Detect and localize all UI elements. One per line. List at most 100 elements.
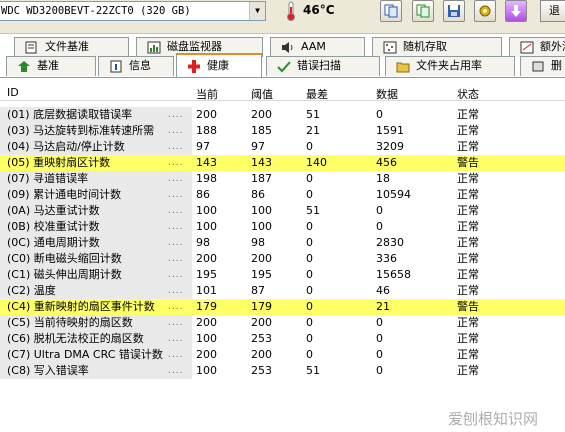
extra-tests-icon xyxy=(520,41,534,54)
header-divider xyxy=(0,100,565,101)
raw-data-cell: 456 xyxy=(376,156,397,169)
table-row[interactable]: (0C) 通电周期计数 98 98 0 2830 正常.... xyxy=(0,235,565,251)
drive-select[interactable]: WDC WD3200BEVT-22ZCT0 (320 GB) ▼ xyxy=(0,1,266,21)
table-row[interactable]: (09) 累计通电时间计数 86 86 0 10594 正常.... xyxy=(0,187,565,203)
attribute-name-cell: (09) 累计通电时间计数 xyxy=(7,188,122,201)
threshold-value-cell: 179 xyxy=(251,300,272,313)
worst-value-cell: 51 xyxy=(306,204,320,217)
copy-button[interactable] xyxy=(380,0,402,22)
worst-value-cell: 0 xyxy=(306,140,313,153)
tools-icon xyxy=(479,5,491,17)
status-cell: 正常 xyxy=(457,172,479,185)
tab-health[interactable]: 健康 xyxy=(176,53,262,77)
worst-value-cell: 0 xyxy=(306,284,313,297)
tab-label: 错误扫描 xyxy=(297,59,341,72)
threshold-value-cell: 253 xyxy=(251,332,272,345)
status-cell: 正常 xyxy=(457,332,479,345)
tab-label: 文件夹占用率 xyxy=(416,59,482,72)
save-button[interactable] xyxy=(443,0,465,22)
worst-value-cell: 140 xyxy=(306,156,327,169)
tab-extra-tests[interactable]: 额外测试 xyxy=(509,37,565,57)
current-value-cell: 200 xyxy=(196,252,217,265)
tab-label: 随机存取 xyxy=(403,40,447,53)
current-value-cell: 179 xyxy=(196,300,217,313)
table-row[interactable]: (C6) 脱机无法校正的扇区数 100 253 0 0 正常.... xyxy=(0,331,565,347)
status-cell: 正常 xyxy=(457,348,479,361)
column-header-id[interactable]: ID xyxy=(7,86,19,99)
info-icon xyxy=(110,60,122,73)
status-cell: 正常 xyxy=(457,188,479,201)
threshold-value-cell: 143 xyxy=(251,156,272,169)
status-cell: 正常 xyxy=(457,236,479,249)
current-value-cell: 200 xyxy=(196,108,217,121)
status-cell: 正常 xyxy=(457,124,479,137)
drive-select-value: WDC WD3200BEVT-22ZCT0 (320 GB) xyxy=(1,5,191,17)
table-row[interactable]: (01) 底层数据读取错误率 200 200 51 0 正常.... xyxy=(0,107,565,123)
attribute-name-cell: (C2) 温度 xyxy=(7,284,56,297)
tab-label: 删 xyxy=(551,59,562,72)
table-row[interactable]: (04) 马达启动/停止计数 97 97 0 3209 正常.... xyxy=(0,139,565,155)
tab-benchmark[interactable]: 基准 xyxy=(6,56,96,76)
raw-data-cell: 0 xyxy=(376,204,383,217)
table-row[interactable]: (0A) 马达重试计数 100 100 51 0 正常.... xyxy=(0,203,565,219)
table-row[interactable]: (C0) 断电磁头缩回计数 200 200 0 336 正常.... xyxy=(0,251,565,267)
raw-data-cell: 336 xyxy=(376,252,397,265)
document-copy-icon xyxy=(416,4,430,18)
tab-folder-usage[interactable]: 文件夹占用率 xyxy=(385,56,515,76)
threshold-value-cell: 195 xyxy=(251,268,272,281)
tab-file-benchmark[interactable]: 文件基准 xyxy=(14,37,129,57)
worst-value-cell: 0 xyxy=(306,300,313,313)
table-row[interactable]: (C4) 重新映射的扇区事件计数 179 179 0 21 警告.... xyxy=(0,299,565,315)
truncation-dots: .... xyxy=(168,206,184,216)
table-header: ID 当前 阈值 最差 数据 状态 xyxy=(0,84,565,101)
table-row[interactable]: (07) 寻道错误率 198 187 0 18 正常.... xyxy=(0,171,565,187)
raw-data-cell: 15658 xyxy=(376,268,411,281)
current-value-cell: 86 xyxy=(196,188,210,201)
download-button[interactable] xyxy=(505,0,527,22)
worst-value-cell: 0 xyxy=(306,236,313,249)
status-cell: 正常 xyxy=(457,316,479,329)
current-value-cell: 97 xyxy=(196,140,210,153)
worst-value-cell: 0 xyxy=(306,220,313,233)
attribute-name-cell: (C4) 重新映射的扇区事件计数 xyxy=(7,300,155,313)
tab-random-access[interactable]: 随机存取 xyxy=(372,37,502,57)
truncation-dots: .... xyxy=(168,238,184,248)
tab-info[interactable]: 信息 xyxy=(98,56,174,76)
options-button[interactable] xyxy=(474,0,496,22)
thermometer-icon xyxy=(287,1,295,21)
attribute-name-cell: (0C) 通电周期计数 xyxy=(7,236,100,249)
status-cell: 正常 xyxy=(457,284,479,297)
table-row[interactable]: (C8) 写入错误率 100 253 51 0 正常.... xyxy=(0,363,565,379)
current-value-cell: 198 xyxy=(196,172,217,185)
copy-text-button[interactable] xyxy=(412,0,434,22)
chevron-down-icon[interactable]: ▼ xyxy=(249,2,265,20)
table-row[interactable]: (05) 重映射扇区计数 143 143 140 456 警告.... xyxy=(0,155,565,171)
raw-data-cell: 0 xyxy=(376,220,383,233)
worst-value-cell: 0 xyxy=(306,172,313,185)
raw-data-cell: 0 xyxy=(376,316,383,329)
table-row[interactable]: (C1) 磁头伸出周期计数 195 195 0 15658 正常.... xyxy=(0,267,565,283)
attribute-name-cell: (01) 底层数据读取错误率 xyxy=(7,108,133,121)
benchmark-icon xyxy=(18,61,30,72)
current-value-cell: 100 xyxy=(196,204,217,217)
table-row[interactable]: (0B) 校准重试计数 100 100 0 0 正常.... xyxy=(0,219,565,235)
tab-aam[interactable]: AAM xyxy=(270,37,365,57)
attribute-name-cell: (0B) 校准重试计数 xyxy=(7,220,100,233)
table-row[interactable]: (C5) 当前待映射的扇区数 200 200 0 0 正常.... xyxy=(0,315,565,331)
table-row[interactable]: (03) 马达旋转到标准转速所需 188 185 21 1591 正常.... xyxy=(0,123,565,139)
truncation-dots: .... xyxy=(168,254,184,264)
worst-value-cell: 0 xyxy=(306,268,313,281)
tab-error-scan[interactable]: 错误扫描 xyxy=(266,56,380,76)
current-value-cell: 101 xyxy=(196,284,217,297)
tab-erase[interactable]: 删 xyxy=(520,56,565,76)
truncation-dots: .... xyxy=(168,110,184,120)
table-row[interactable]: (C7) Ultra DMA CRC 错误计数 200 200 0 0 正常.... xyxy=(0,347,565,363)
status-cell: 警告 xyxy=(457,156,479,169)
table-row[interactable]: (C2) 温度 101 87 0 46 正常.... xyxy=(0,283,565,299)
exit-button[interactable]: 退 xyxy=(540,0,565,22)
status-cell: 警告 xyxy=(457,300,479,313)
worst-value-cell: 0 xyxy=(306,348,313,361)
arrow-down-icon xyxy=(511,5,521,17)
status-cell: 正常 xyxy=(457,140,479,153)
tab-label: 基准 xyxy=(37,59,59,72)
